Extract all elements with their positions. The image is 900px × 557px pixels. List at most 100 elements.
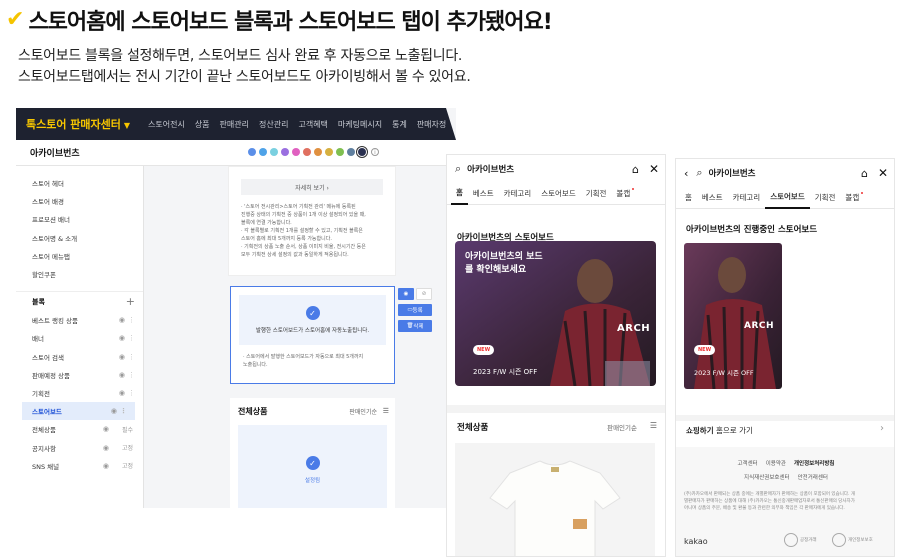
sort-select[interactable]: 판매인기순 bbox=[607, 422, 637, 432]
delete-button[interactable]: 🗑 삭제 bbox=[398, 320, 432, 332]
tab-item[interactable]: 볼캡 bbox=[840, 187, 864, 209]
footer-link[interactable]: 개인정보처리방침 bbox=[794, 459, 834, 467]
close-icon[interactable]: ✕ bbox=[649, 162, 659, 176]
all-products-title: 전체상품 bbox=[457, 423, 489, 433]
eye-icon[interactable]: ◉ bbox=[103, 462, 109, 470]
theme-color-swatch[interactable] bbox=[336, 148, 344, 156]
brand-menu[interactable]: 톡스토어 판매자센터 ▼ bbox=[16, 116, 146, 132]
brand-label: 톡스토어 판매자센터 bbox=[26, 118, 121, 131]
more-icon[interactable]: ⋮ bbox=[128, 353, 135, 361]
sidebar-block-item[interactable]: 베스트 랭킹 상품 ◉ ⋮ bbox=[16, 311, 143, 329]
sidebar-item[interactable]: 스토어 메뉴탭 bbox=[16, 247, 143, 265]
tab-item[interactable]: 카테고리 bbox=[728, 187, 766, 209]
tab-item[interactable]: 스토어보드 bbox=[536, 183, 581, 205]
eye-icon[interactable]: ◉ bbox=[119, 316, 125, 324]
sidebar-item[interactable]: 스토어명 & 소개 bbox=[16, 229, 143, 247]
tab-item[interactable]: 기획전 bbox=[581, 183, 612, 205]
list-icon[interactable]: ☰ bbox=[383, 407, 389, 415]
storeboard-block-selected[interactable]: ✓ 발행한 스토어보드가 스토어홈에 자동노출됩니다. · 스토어에서 발행한 … bbox=[230, 286, 395, 384]
nav-item[interactable]: 정산관리 bbox=[259, 119, 288, 130]
list-icon[interactable]: ☰ bbox=[650, 421, 657, 430]
note-line: 노출됩니다. bbox=[243, 362, 268, 368]
sort-select[interactable]: 판매인기순 bbox=[349, 407, 377, 416]
home-icon[interactable]: ⌂ bbox=[632, 163, 639, 176]
all-products-block[interactable]: 전체상품 판매인기순 ☰ ✓ 설정됨 bbox=[230, 398, 395, 508]
more-icon[interactable]: ⋮ bbox=[128, 371, 135, 379]
theme-color-swatch[interactable] bbox=[314, 148, 322, 156]
search-icon[interactable]: ⌕ bbox=[455, 162, 461, 176]
footer-link[interactable]: 이용약관 bbox=[766, 459, 786, 467]
block-section-header: 블록 + bbox=[16, 291, 143, 311]
eye-off-icon[interactable]: ⊘ bbox=[416, 288, 432, 300]
tab-item[interactable]: 베스트 bbox=[468, 183, 499, 205]
eye-icon[interactable]: ◉ bbox=[111, 407, 117, 415]
nav-item[interactable]: 상품 bbox=[195, 119, 210, 130]
theme-color-swatch[interactable] bbox=[356, 146, 368, 158]
info-icon[interactable]: i bbox=[371, 148, 379, 156]
sidebar-block-item[interactable]: 배너 ◉ ⋮ bbox=[16, 329, 143, 347]
sidebar-block-item[interactable]: 스토어 검색 ◉ ⋮ bbox=[16, 348, 143, 366]
tab-item[interactable]: 스토어보드 bbox=[765, 187, 810, 209]
nav-item[interactable]: 스토어전시 bbox=[148, 119, 185, 130]
sidebar-item[interactable]: 할인쿠폰 bbox=[16, 265, 143, 283]
eye-icon[interactable]: ◉ bbox=[103, 444, 109, 452]
sidebar-item[interactable]: 프로모션 배너 bbox=[16, 210, 143, 228]
footer-link[interactable]: 지식재산권보호센터 bbox=[744, 473, 790, 481]
description-line: 스토어보드 블록을 설정해두면, 스토어보드 심사 완료 후 자동으로 노출됩니… bbox=[18, 48, 463, 64]
sidebar-item-label: 프로모션 배너 bbox=[32, 216, 70, 225]
sidebar-block-item[interactable]: SNS 채널 고정 ◉ bbox=[16, 457, 143, 475]
more-icon[interactable]: ⋮ bbox=[128, 334, 135, 342]
tab-item[interactable]: 카테고리 bbox=[499, 183, 537, 205]
footer-link[interactable]: 고객센터 bbox=[738, 459, 758, 467]
theme-color-swatch[interactable] bbox=[303, 148, 311, 156]
close-icon[interactable]: ✕ bbox=[878, 166, 888, 180]
search-icon[interactable]: ⌕ bbox=[696, 166, 702, 180]
theme-color-swatch[interactable] bbox=[292, 148, 300, 156]
sidebar-item[interactable]: 스토어 헤더 bbox=[16, 174, 143, 192]
theme-color-swatch[interactable] bbox=[270, 148, 278, 156]
storeboard-promo-card[interactable]: 아카이브번츠의 보드 를 확인해보세요 ARCH NEW 2023 F/W 시즌 … bbox=[455, 241, 656, 386]
eye-icon[interactable]: ◉ bbox=[103, 425, 109, 433]
more-icon[interactable]: ⋮ bbox=[128, 389, 135, 397]
theme-color-swatch[interactable] bbox=[248, 148, 256, 156]
sidebar-block-item[interactable]: 공지사항 고정 ◉ bbox=[16, 438, 143, 456]
eye-icon[interactable]: ◉ bbox=[119, 389, 125, 397]
tab-item[interactable]: 베스트 bbox=[697, 187, 728, 209]
register-button[interactable]: ▭ 등록 bbox=[398, 304, 432, 316]
nav-item[interactable]: 마케팅메시지 bbox=[338, 119, 382, 130]
detail-button[interactable]: 자세히 보기 › bbox=[241, 179, 383, 195]
theme-color-swatch[interactable] bbox=[347, 148, 355, 156]
sidebar-block-item[interactable]: 스토어보드 ◉ ⋮ bbox=[22, 402, 135, 421]
tab-item[interactable]: 볼캡 bbox=[611, 183, 635, 205]
theme-color-swatch[interactable] bbox=[281, 148, 289, 156]
sidebar-block-item[interactable]: 기획전 ◉ ⋮ bbox=[16, 384, 143, 402]
eye-icon[interactable]: ◉ bbox=[119, 353, 125, 361]
eye-icon[interactable]: ◉ bbox=[398, 288, 414, 300]
sidebar-block-item[interactable]: 전체상품 필수 ◉ bbox=[16, 420, 143, 438]
nav-item[interactable]: 판매자정 bbox=[417, 119, 446, 130]
more-icon[interactable]: ⋮ bbox=[128, 316, 135, 324]
nav-item[interactable]: 통계 bbox=[392, 119, 407, 130]
theme-color-swatch[interactable] bbox=[259, 148, 267, 156]
nav-item[interactable]: 고객혜택 bbox=[298, 119, 327, 130]
footer-link[interactable]: 안전거래센터 bbox=[798, 473, 828, 481]
nav-item[interactable]: 판매관리 bbox=[220, 119, 249, 130]
home-icon[interactable]: ⌂ bbox=[861, 167, 868, 180]
tab-label: 기획전 bbox=[585, 189, 607, 198]
tab-item[interactable]: 홈 bbox=[680, 187, 697, 209]
chevron-right-icon[interactable]: › bbox=[880, 423, 884, 434]
eye-icon[interactable]: ◉ bbox=[119, 334, 125, 342]
tab-item[interactable]: 홈 bbox=[451, 183, 468, 205]
product-image[interactable] bbox=[455, 443, 655, 556]
storeboard-card[interactable]: ARCH NEW 2023 F/W 시즌 OFF bbox=[684, 243, 782, 389]
sidebar-block-item[interactable]: 판매예정 상품 ◉ ⋮ bbox=[16, 366, 143, 384]
tab-item[interactable]: 기획전 bbox=[810, 187, 841, 209]
more-icon[interactable]: ⋮ bbox=[120, 407, 127, 415]
plus-icon[interactable]: + bbox=[126, 295, 135, 308]
sidebar-item[interactable]: 스토어 배경 bbox=[16, 192, 143, 210]
back-icon[interactable]: ‹ bbox=[684, 167, 688, 180]
shopping-home-link[interactable]: 쇼핑하기 홈으로 가기 bbox=[686, 425, 753, 436]
eye-icon[interactable]: ◉ bbox=[119, 371, 125, 379]
theme-color-swatch[interactable] bbox=[325, 148, 333, 156]
all-products-body: ✓ 설정됨 bbox=[238, 425, 387, 508]
